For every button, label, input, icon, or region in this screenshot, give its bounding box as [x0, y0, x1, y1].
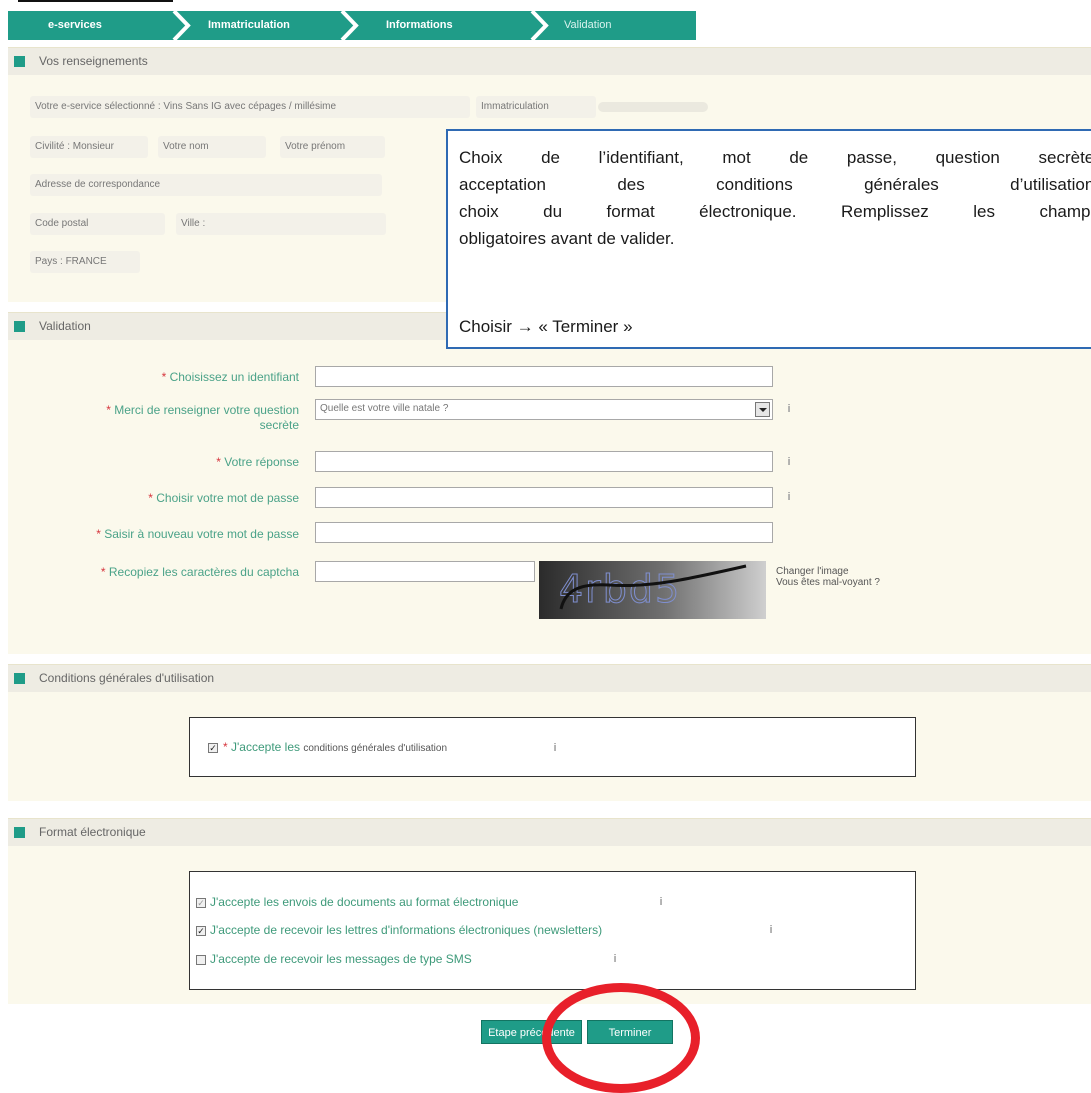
immatriculation-value: Immatriculation — [476, 96, 596, 118]
cgu-box: ✓ * J'accepte les conditions générales d… — [189, 717, 916, 777]
sms-label: J'accepte de recevoir les messages de ty… — [210, 952, 472, 966]
captcha-input[interactable] — [315, 561, 535, 582]
info-icon[interactable]: i — [782, 490, 796, 504]
code-postal-value: Code postal — [30, 213, 165, 235]
blurred-field — [598, 102, 708, 112]
square-bullet-icon — [14, 673, 25, 684]
ville-value: Ville : — [176, 213, 386, 235]
prenom-value: Votre prénom — [280, 136, 385, 158]
step-informations[interactable]: Informations — [386, 11, 453, 40]
visually-impaired-link[interactable]: Vous êtes mal-voyant ? — [776, 577, 880, 588]
callout-line: choix du format électronique. Remplissez… — [459, 202, 1091, 221]
info-icon[interactable]: i — [654, 895, 668, 909]
selected-service: Votre e-service sélectionné : Vins Sans … — [30, 96, 470, 118]
captcha-label: * Recopiez les caractères du captcha — [100, 565, 299, 579]
callout-line: Choix de l’identifiant, mot de passe, qu… — [459, 148, 1091, 167]
callout-line: acceptation des conditions générales d’u… — [459, 175, 1091, 194]
section-title: Validation — [39, 319, 91, 333]
civilite-value: Civilité : Monsieur — [30, 136, 148, 158]
section-title: Vos renseignements — [39, 54, 148, 68]
email-docs-checkbox[interactable]: ✓ — [196, 898, 206, 908]
instruction-callout: Choix de l’identifiant, mot de passe, qu… — [446, 129, 1091, 349]
info-icon[interactable]: i — [782, 402, 796, 416]
password-input[interactable] — [315, 487, 773, 508]
highlight-circle — [542, 983, 700, 1093]
nom-value: Votre nom — [158, 136, 266, 158]
newsletter-label: J'accepte de recevoir les lettres d'info… — [210, 923, 603, 937]
dropdown-arrow-icon[interactable] — [755, 402, 770, 417]
reponse-input[interactable] — [315, 451, 773, 472]
section-header: Vos renseignements — [8, 48, 1091, 75]
cgu-link[interactable]: conditions générales d'utilisation — [303, 743, 447, 754]
step-e-services[interactable]: e-services — [48, 11, 102, 40]
info-icon[interactable]: i — [548, 741, 562, 755]
identifiant-label: * Choisissez un identifiant — [161, 370, 299, 384]
chevron-right-icon — [172, 11, 191, 40]
wizard-steps: e-services Immatriculation Informations … — [8, 11, 696, 40]
step-immatriculation[interactable]: Immatriculation — [208, 11, 290, 40]
mdp2-label: * Saisir à nouveau votre mot de passe — [96, 527, 299, 541]
square-bullet-icon — [14, 56, 25, 67]
reponse-label: * Votre réponse — [216, 455, 299, 469]
change-image-link[interactable]: Changer l'image — [776, 566, 849, 577]
section-title: Format électronique — [39, 825, 146, 839]
info-icon[interactable]: i — [782, 455, 796, 469]
info-icon[interactable]: i — [764, 923, 778, 937]
pays-value: Pays : FRANCE — [30, 251, 140, 273]
section-header: Format électronique — [8, 819, 1091, 846]
section-title: Conditions générales d'utilisation — [39, 671, 215, 685]
section-header: Conditions générales d'utilisation — [8, 665, 1091, 692]
sms-checkbox[interactable] — [196, 955, 206, 965]
cgu-checkbox[interactable]: ✓ — [208, 743, 218, 753]
password-confirm-input[interactable] — [315, 522, 773, 543]
square-bullet-icon — [14, 321, 25, 332]
question-label: * Merci de renseigner votre question secr… — [106, 403, 299, 432]
step-validation: Validation — [564, 19, 612, 31]
callout-line: obligatoires avant de valider. — [459, 229, 675, 248]
mdp-label: * Choisir votre mot de passe — [148, 491, 299, 505]
question-select[interactable]: Quelle est votre ville natale ? — [315, 399, 773, 420]
callout-line: Choisir → « Terminer » — [459, 317, 633, 336]
info-icon[interactable]: i — [608, 952, 622, 966]
newsletter-checkbox[interactable]: ✓ — [196, 926, 206, 936]
adresse-value: Adresse de correspondance — [30, 174, 382, 196]
captcha-strike-line — [559, 564, 747, 610]
top-rule — [18, 0, 173, 2]
format-box: ✓ J'accepte les envois de documents au f… — [189, 871, 916, 990]
chevron-right-icon — [340, 11, 359, 40]
cgu-label: * J'accepte les conditions générales d'u… — [223, 740, 448, 754]
square-bullet-icon — [14, 827, 25, 838]
email-docs-label: J'accepte les envois de documents au for… — [210, 895, 519, 909]
captcha-image: 4rbd5 — [539, 561, 766, 619]
identifiant-input[interactable] — [315, 366, 773, 387]
